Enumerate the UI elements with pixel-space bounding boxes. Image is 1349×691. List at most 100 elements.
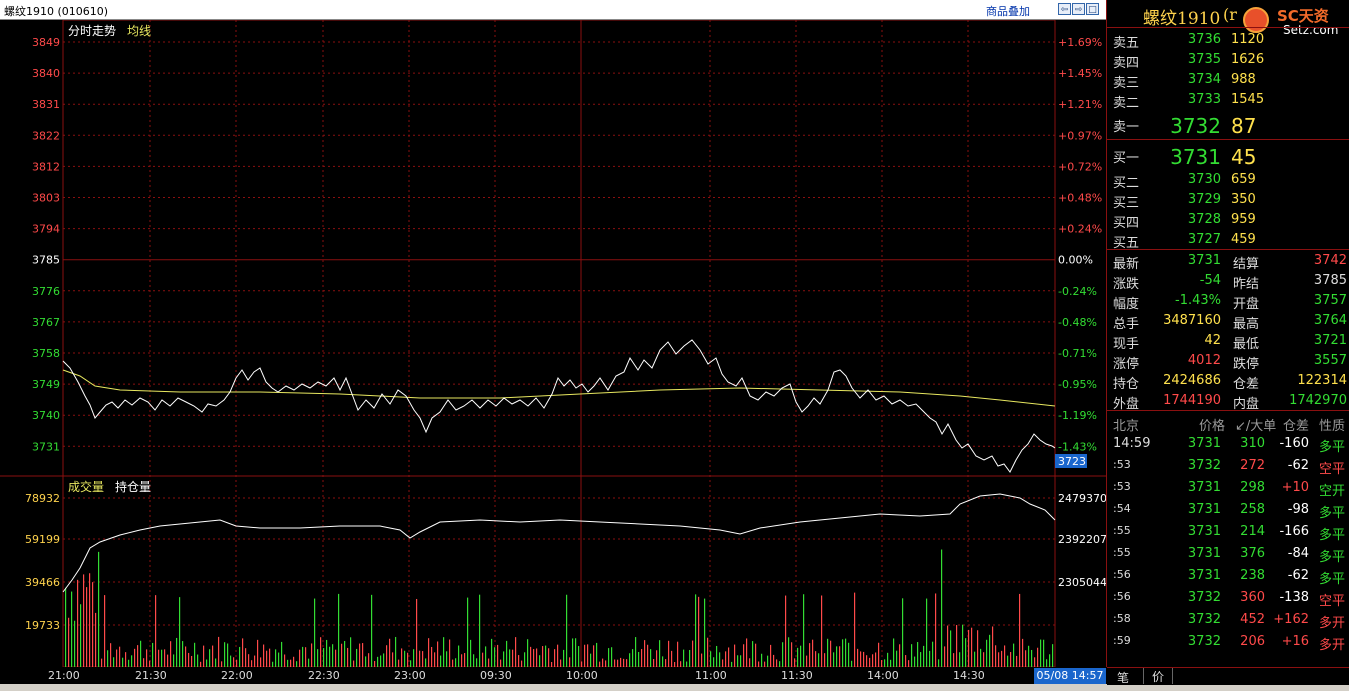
volume-bar [926, 598, 928, 667]
arrow-left-icon[interactable]: ⇦ [1058, 3, 1071, 15]
volume-bar [1040, 639, 1042, 667]
volume-bar [917, 642, 919, 667]
volume-bar [974, 651, 976, 667]
stat-label: 跌停 [1233, 357, 1260, 372]
volume-bar [728, 647, 730, 667]
tick-volume: 206 [1240, 634, 1265, 649]
volume-bar [611, 647, 613, 667]
ask-volume: 988 [1231, 72, 1256, 87]
tick-price: 3732 [1187, 458, 1221, 473]
volume-bar [971, 627, 973, 667]
overlay-commodity-button[interactable]: 商品叠加 [986, 3, 1030, 19]
volume-bar [137, 645, 139, 667]
datetime-badge: 05/08 14:57 [1034, 668, 1106, 684]
volume-bar [671, 650, 673, 667]
volume-bar [545, 645, 547, 667]
arrow-right-icon[interactable]: ⇨ [1072, 3, 1085, 15]
tick-time: :53 [1113, 458, 1131, 471]
volume-bar [944, 646, 946, 667]
price-tick-label: 3749 [32, 378, 60, 391]
volume-bar [815, 651, 817, 667]
volume-bar [947, 625, 949, 667]
volume-bar [707, 637, 709, 667]
tab-trades[interactable]: 笔 [1117, 669, 1129, 686]
oi-tick-label: 2479370 [1058, 492, 1106, 505]
tick-time: :55 [1113, 546, 1131, 559]
price-tick-label: 3803 [32, 192, 60, 205]
volume-bar [164, 649, 166, 667]
volume-bar [824, 653, 826, 667]
time-tick-label: 14:00 [867, 669, 899, 682]
volume-bar [86, 587, 88, 667]
volume-bar [497, 644, 499, 667]
volume-bar [620, 657, 622, 667]
volume-bar [761, 653, 763, 667]
bid-volume: 659 [1231, 172, 1256, 187]
volume-bar [488, 658, 490, 667]
volume-bar [692, 640, 694, 667]
price-tick-label: 3731 [32, 440, 60, 453]
volume-bar [1049, 654, 1051, 667]
volume-bar [467, 597, 469, 667]
bid-volume: 350 [1231, 192, 1256, 207]
tick-row: :54 3731 258 -98 多平 [1107, 500, 1349, 521]
bid-label: 买四 [1113, 216, 1140, 231]
volume-bar [704, 598, 706, 667]
volume-bar [416, 598, 418, 667]
bid-row: 买二 3730 659 [1107, 170, 1349, 191]
volume-bar [65, 587, 67, 667]
volume-bar [689, 649, 691, 667]
volume-bar [401, 648, 403, 667]
volume-label: 成交量 [68, 479, 104, 494]
volume-bar [878, 642, 880, 667]
volume-bar [662, 656, 664, 667]
tab-price[interactable]: 价 [1143, 668, 1173, 684]
volume-bar [938, 659, 940, 667]
stat-value: 3742 [1313, 253, 1347, 268]
ask1-price: 3732 [1170, 114, 1221, 138]
volume-bar [83, 574, 85, 667]
percent-tick-label: 0.00% [1058, 254, 1093, 267]
ask1-label: 卖一 [1113, 120, 1140, 135]
volume-bar [116, 649, 118, 667]
volume-bar [887, 652, 889, 667]
volume-bar [242, 638, 244, 667]
tick-volume: 298 [1240, 480, 1265, 495]
tick-time: :56 [1113, 590, 1131, 603]
tick-oi-diff: -62 [1287, 458, 1309, 473]
stat-row: 总手 3487160 最高 3764 [1107, 311, 1349, 332]
bid-price: 3730 [1187, 172, 1221, 187]
volume-bar [158, 649, 160, 667]
stat-label: 结算 [1233, 257, 1260, 272]
time-tick-label: 21:30 [135, 669, 167, 682]
intraday-chart[interactable]: 3849 +1.69% 3840 +1.45% 3831 +1.21% 3822 +0.97%… [0, 20, 1106, 667]
price-tick-label: 3767 [32, 316, 60, 329]
ticks-col-price: 价格 [1199, 419, 1226, 434]
divider [1107, 249, 1349, 250]
tick-nature: 空开 [1319, 484, 1346, 499]
volume-bar [317, 649, 319, 667]
bid-price: 3728 [1187, 212, 1221, 227]
volume-bar [956, 625, 958, 667]
window-box-icon[interactable]: □ [1086, 3, 1099, 15]
tick-nature: 多平 [1319, 440, 1346, 455]
volume-bar [104, 595, 106, 667]
volume-bar [101, 658, 103, 667]
tick-volume: 258 [1240, 502, 1265, 517]
ask-price: 3736 [1187, 32, 1221, 47]
volume-bar [791, 642, 793, 667]
volume-bar [215, 658, 217, 667]
stat-row: 幅度 -1.43% 开盘 3757 [1107, 291, 1349, 312]
percent-tick-label: +0.97% [1058, 129, 1102, 142]
volume-bar [311, 643, 313, 667]
tick-price: 3731 [1187, 524, 1221, 539]
ticks-col-time: 北京 [1113, 419, 1140, 434]
price-tick-label: 3794 [32, 223, 60, 236]
volume-bar [929, 650, 931, 667]
volume-bar [80, 604, 82, 667]
volume-bar [452, 659, 454, 667]
volume-bar [428, 638, 430, 667]
tick-time: :54 [1113, 502, 1131, 515]
volume-bar [302, 646, 304, 667]
bid-row: 买五 3727 459 [1107, 230, 1349, 251]
